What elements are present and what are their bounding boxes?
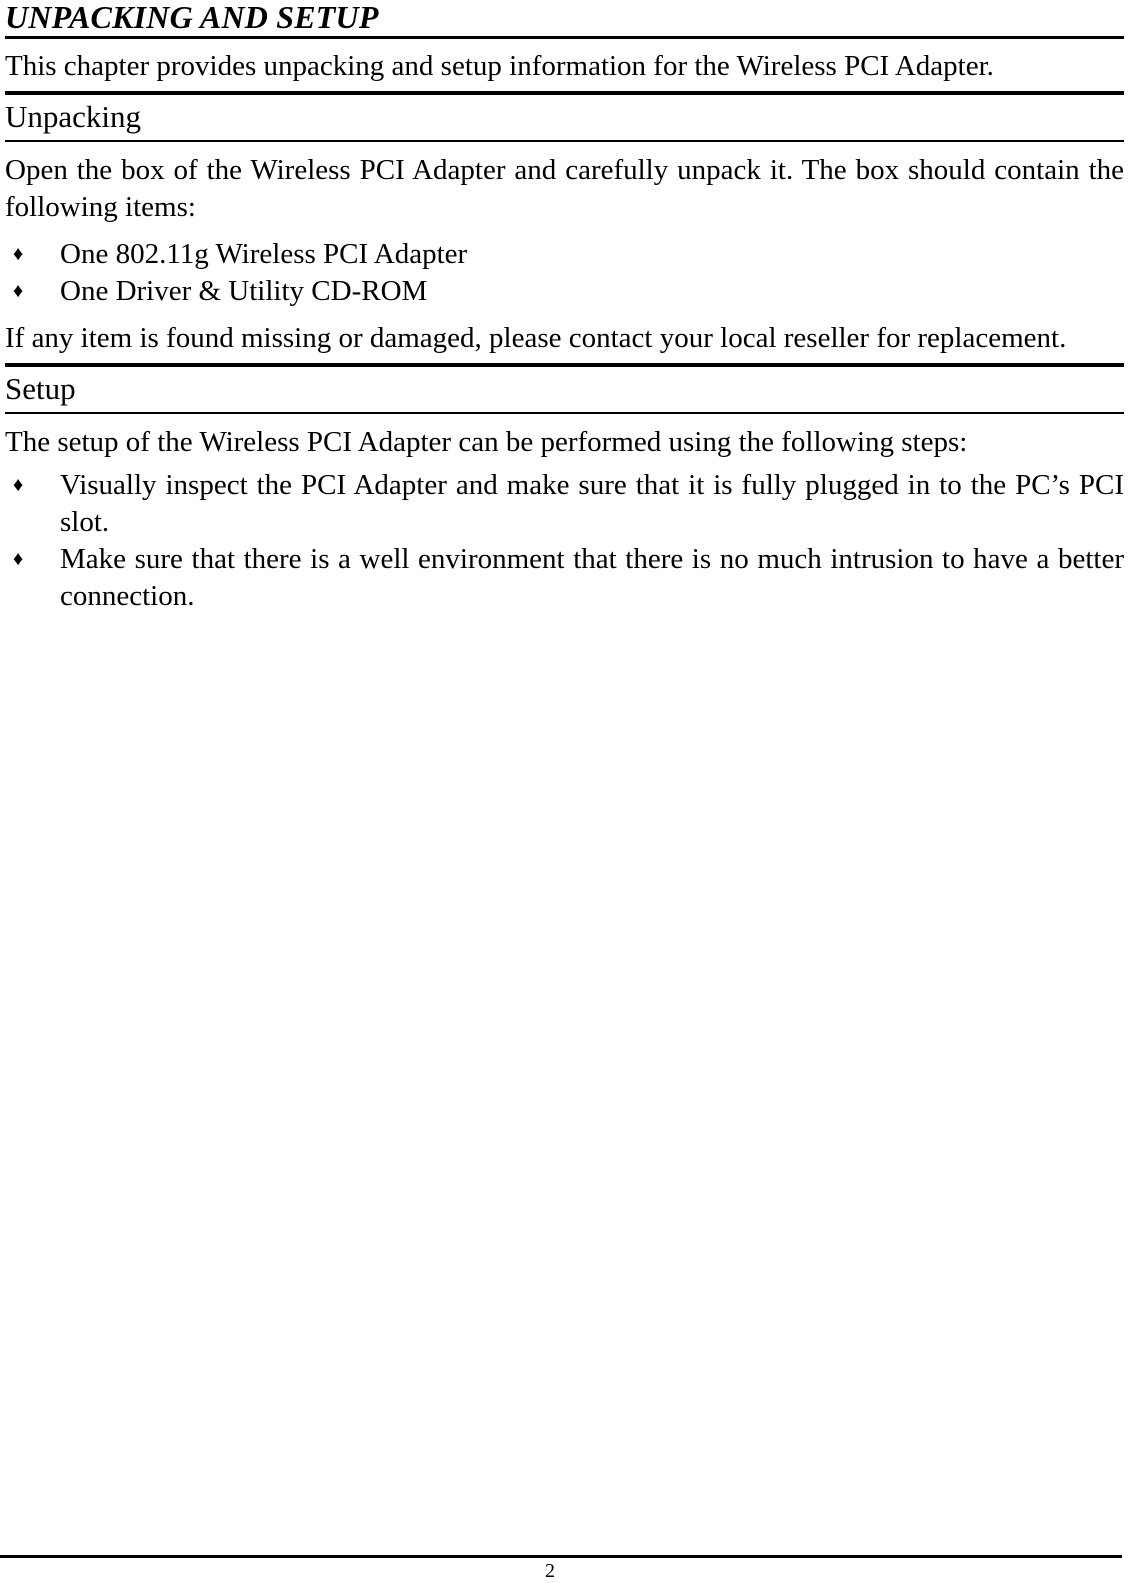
section-unpacking-intro: Open the box of the Wireless PCI Adapter… xyxy=(5,154,1124,223)
chapter-title: UNPACKING AND SETUP xyxy=(5,0,379,35)
section-setup-heading-block: Setup xyxy=(5,363,1124,414)
list-item-text: One Driver & Utility CD-ROM xyxy=(60,275,428,307)
list-item-text: Make sure that there is a well environme… xyxy=(60,543,1124,612)
list-item: ♦ One Driver & Utility CD-ROM xyxy=(5,273,1124,310)
section-heading-setup: Setup xyxy=(5,371,76,406)
page-content: UNPACKING AND SETUP This chapter provide… xyxy=(5,0,1124,615)
footer-rule xyxy=(0,1555,1122,1558)
document-page: UNPACKING AND SETUP This chapter provide… xyxy=(0,0,1129,1582)
chapter-intro-paragraph: This chapter provides unpacking and setu… xyxy=(5,50,994,82)
section-unpacking-closing: If any item is found missing or damaged,… xyxy=(5,322,1067,354)
setup-bullet-list: ♦ Visually inspect the PCI Adapter and m… xyxy=(5,467,1124,615)
list-item-text: One 802.11g Wireless PCI Adapter xyxy=(60,238,468,270)
list-item: ♦ Visually inspect the PCI Adapter and m… xyxy=(5,467,1124,541)
page-number: 2 xyxy=(545,1560,555,1582)
list-item: ♦ Make sure that there is a well environ… xyxy=(5,541,1124,615)
diamond-bullet-icon: ♦ xyxy=(13,548,24,570)
section-heading-unpacking: Unpacking xyxy=(5,99,142,134)
section-setup-intro: The setup of the Wireless PCI Adapter ca… xyxy=(5,426,968,458)
diamond-bullet-icon: ♦ xyxy=(13,474,24,496)
list-item-text: Visually inspect the PCI Adapter and mak… xyxy=(60,469,1124,538)
section-unpacking-heading-block: Unpacking xyxy=(5,91,1124,142)
diamond-bullet-icon: ♦ xyxy=(13,280,24,302)
diamond-bullet-icon: ♦ xyxy=(13,243,24,265)
unpacking-bullet-list: ♦ One 802.11g Wireless PCI Adapter ♦ One… xyxy=(5,236,1124,310)
list-item: ♦ One 802.11g Wireless PCI Adapter xyxy=(5,236,1124,273)
